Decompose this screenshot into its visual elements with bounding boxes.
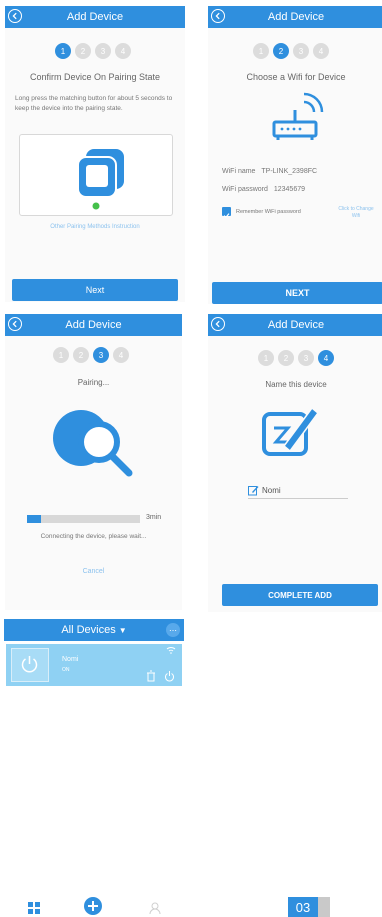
back-arrow-icon[interactable] [8,9,22,23]
screen-name-device: Add Device 1 2 3 4 Name this device Nomi… [208,314,382,612]
header-title: Add Device [66,11,124,23]
add-icon[interactable] [84,897,102,915]
step-2: 2 [75,43,91,59]
other-pairing-methods-link[interactable]: Other Pairing Methods Instruction [5,224,185,230]
wifi-password-field[interactable]: 12345679 [274,186,305,193]
wifi-router-icon [272,92,324,140]
header-title: Add Device [267,11,325,23]
step-3: 3 [298,350,314,366]
pairing-progress-fill [27,515,41,523]
wifi-name-row: WiFi name TP-LINK_2398FC [222,168,317,175]
step-indicator: 1 2 3 4 [253,43,329,59]
page-number: 03 [288,897,318,917]
cancel-link[interactable]: Cancel [5,568,182,575]
step-1: 1 [253,43,269,59]
search-magnifier-icon [53,410,133,477]
user-icon[interactable] [149,902,161,914]
page-title: Name this device [265,380,327,389]
page-number-shadow [318,897,330,917]
time-remaining: 3min [146,514,162,521]
page-title: Choose a Wifi for Device [246,72,346,82]
pairing-illustration-card [19,134,173,216]
complete-add-button[interactable]: COMPLETE ADD [222,584,378,606]
edit-pen-icon [262,406,320,456]
header: Add Device [5,6,185,28]
step-indicator: 1 2 3 4 [258,350,334,366]
step-3: 3 [93,347,109,363]
grid-icon[interactable] [28,902,40,914]
page-title: Confirm Device On Pairing State [29,72,161,82]
screen-all-devices: All Devices ▼ ⋯ Nomi ON [4,619,184,917]
more-options-icon[interactable]: ⋯ [166,623,180,637]
screen-choose-wifi: Add Device 1 2 3 4 Choose a Wifi for Dev… [208,6,382,304]
device-status: ON [62,667,70,673]
step-1: 1 [55,43,71,59]
step-4: 4 [313,43,329,59]
device-name: Nomi [62,656,79,663]
change-wifi-link[interactable]: Click to Change Wifi [334,206,378,219]
connecting-message: Connecting the device, please wait... [40,533,147,540]
step-2: 2 [278,350,294,366]
step-1: 1 [258,350,274,366]
header: Add Device [5,314,182,336]
step-3: 3 [95,43,111,59]
header-title: Add Device [65,319,122,331]
power-icon [21,656,38,673]
device-pairing-icon [77,149,124,210]
wifi-password-label: WiFi password [222,186,268,193]
step-2: 2 [273,43,289,59]
back-arrow-icon[interactable] [211,9,225,23]
header-title: Add Device [267,319,325,331]
wifi-name-label: WiFi name [222,168,256,175]
instructions-text: Long press the matching button for about… [15,95,173,113]
device-name-input[interactable]: Nomi [248,484,348,499]
trash-icon[interactable] [146,670,156,682]
next-button[interactable]: NEXT [212,282,382,304]
remember-password-label: Remember WiFi password [236,209,301,215]
edit-icon [248,486,259,496]
step-1: 1 [53,347,69,363]
power-toggle-button[interactable] [11,648,49,682]
step-4: 4 [318,350,334,366]
device-card[interactable]: Nomi ON [6,644,182,686]
step-2: 2 [73,347,89,363]
header-title[interactable]: All Devices [61,624,115,636]
pairing-status: Pairing... [77,378,110,387]
check-icon [223,213,230,219]
back-arrow-icon[interactable] [8,317,22,331]
remember-password-checkbox[interactable] [222,207,231,219]
wifi-signal-icon [166,647,176,654]
wifi-name-value[interactable]: TP-LINK_2398FC [261,168,317,175]
step-3: 3 [293,43,309,59]
header: Add Device [208,314,382,336]
step-indicator: 1 2 3 4 [55,43,131,59]
next-button[interactable]: Next [12,279,178,301]
header: All Devices ▼ ⋯ [4,619,184,641]
screen-confirm-pairing: Add Device 1 2 3 4 Confirm Device On Pai… [5,6,185,302]
step-4: 4 [113,347,129,363]
power-icon[interactable] [164,670,175,682]
header: Add Device [208,6,382,28]
step-4: 4 [115,43,131,59]
pairing-progress-bar [27,515,140,523]
chevron-down-icon[interactable]: ▼ [119,626,127,635]
screen-pairing-progress: Add Device 1 2 3 4 Pairing... 3min Conne… [5,314,182,610]
step-indicator: 1 2 3 4 [53,347,129,363]
device-name-value: Nomi [262,486,281,495]
wifi-password-row: WiFi password 12345679 [222,186,305,193]
back-arrow-icon[interactable] [211,317,225,331]
